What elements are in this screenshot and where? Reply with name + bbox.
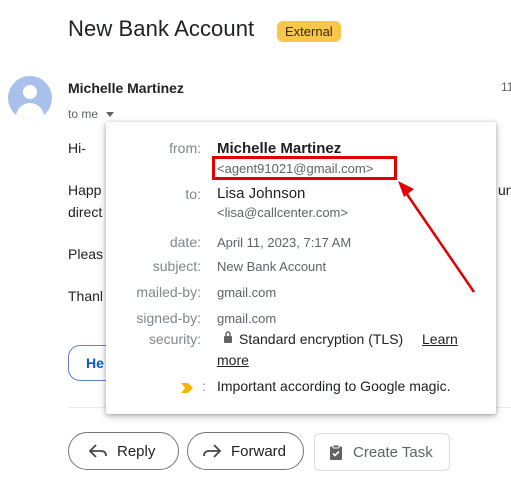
mailed-by-value: gmail.com: [217, 285, 277, 300]
date-value: April 11, 2023, 7:17 AM: [217, 235, 352, 250]
lock-icon: [223, 330, 233, 346]
body-line-2b: direct: [68, 204, 103, 220]
email-time: 11: [501, 80, 511, 94]
from-name: Michelle Martinez: [217, 140, 342, 157]
email-subject: New Bank Account: [68, 16, 255, 41]
forward-button[interactable]: Forward: [187, 432, 304, 470]
date-label: date:: [169, 234, 201, 250]
sender-name[interactable]: Michelle Martinez: [68, 80, 184, 96]
to-email[interactable]: <lisa@callcenter.com>: [217, 205, 348, 220]
to-me-label[interactable]: to me: [68, 107, 98, 121]
to-name: Lisa Johnson: [217, 185, 306, 202]
body-line-4: Thanl: [68, 288, 104, 304]
body-line-3: Pleas: [68, 246, 104, 262]
security-label: security:: [148, 331, 201, 347]
create-task-button[interactable]: Create Task: [314, 433, 450, 471]
subject-value: New Bank Account: [217, 259, 327, 274]
clipboard-task-icon: [330, 444, 342, 460]
learn-more-link-line1[interactable]: Learn: [422, 331, 458, 347]
learn-more-link-line2[interactable]: more: [217, 352, 249, 368]
importance-label: :: [202, 378, 206, 394]
annotation-highlight-box: [212, 156, 397, 180]
body-line-2a: Happ: [68, 182, 102, 198]
from-label: from:: [169, 140, 201, 156]
importance-value: Important according to Google magic.: [217, 378, 451, 394]
external-badge: External: [277, 21, 341, 42]
caret-down-icon[interactable]: [106, 112, 114, 117]
avatar-body-shape: [16, 103, 44, 120]
body-greeting: Hi-: [68, 140, 86, 156]
signed-by-value: gmail.com: [217, 311, 277, 326]
body-line-2-tail: un: [498, 182, 511, 198]
reply-icon: [89, 444, 107, 458]
create-task-label: Create Task: [353, 443, 433, 461]
security-value: Standard encryption (TLS): [239, 331, 404, 347]
importance-marker-icon: [181, 380, 193, 398]
forward-label: Forward: [231, 442, 287, 460]
signed-by-label: signed-by:: [136, 310, 201, 326]
avatar[interactable]: [8, 76, 52, 120]
mailed-by-label: mailed-by:: [136, 284, 201, 300]
annotation-arrow-icon: [398, 181, 476, 293]
avatar-head-shape: [23, 85, 37, 99]
subject-label: subject:: [152, 258, 201, 274]
reply-button[interactable]: Reply: [68, 432, 179, 470]
reply-label: Reply: [117, 442, 156, 460]
to-label: to:: [185, 186, 201, 202]
forward-icon: [203, 444, 221, 458]
body-link-button-label: He: [86, 355, 104, 371]
